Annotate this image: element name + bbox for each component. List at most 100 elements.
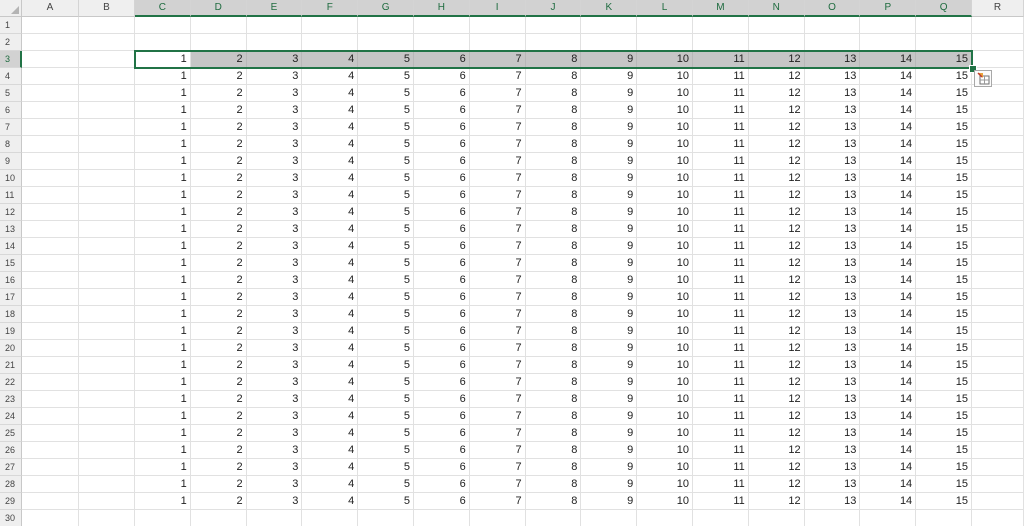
cell-k29[interactable]: 9: [581, 493, 638, 510]
cell-g16[interactable]: 5: [358, 272, 414, 289]
cell-p20[interactable]: 14: [860, 340, 917, 357]
cell-r12[interactable]: [972, 204, 1024, 221]
cell-o24[interactable]: 13: [804, 408, 861, 425]
cell-o11[interactable]: 13: [804, 187, 861, 204]
cell-q18[interactable]: 15: [916, 306, 972, 323]
column-header-g[interactable]: G: [358, 0, 414, 17]
cell-r2[interactable]: [972, 34, 1024, 51]
cell-d12[interactable]: 2: [190, 204, 247, 221]
cell-a13[interactable]: [22, 221, 79, 238]
cell-c3[interactable]: 1: [135, 51, 191, 68]
row-header-25[interactable]: 25: [0, 425, 22, 442]
column-header-o[interactable]: O: [804, 0, 861, 17]
cell-c14[interactable]: 1: [135, 238, 191, 255]
cell-j9[interactable]: 8: [525, 153, 582, 170]
row-header-20[interactable]: 20: [0, 340, 22, 357]
cell-j24[interactable]: 8: [525, 408, 582, 425]
row-header-18[interactable]: 18: [0, 306, 22, 323]
cell-q20[interactable]: 15: [916, 340, 972, 357]
cell-d14[interactable]: 2: [190, 238, 247, 255]
cell-d3[interactable]: 2: [190, 51, 247, 68]
cell-g10[interactable]: 5: [358, 170, 414, 187]
cell-g25[interactable]: 5: [358, 425, 414, 442]
cell-k25[interactable]: 9: [581, 425, 638, 442]
cell-e14[interactable]: 3: [246, 238, 303, 255]
cell-b26[interactable]: [79, 442, 135, 459]
cell-r21[interactable]: [972, 357, 1024, 374]
cell-o5[interactable]: 13: [804, 85, 861, 102]
cell-c8[interactable]: 1: [135, 136, 191, 153]
cell-j8[interactable]: 8: [525, 136, 582, 153]
column-header-q[interactable]: Q: [916, 0, 972, 17]
cell-o6[interactable]: 13: [804, 102, 861, 119]
cell-h25[interactable]: 6: [414, 425, 470, 442]
row-header-2[interactable]: 2: [0, 34, 22, 51]
cell-g27[interactable]: 5: [358, 459, 414, 476]
cell-f28[interactable]: 4: [302, 476, 359, 493]
cell-c27[interactable]: 1: [135, 459, 191, 476]
cell-o29[interactable]: 13: [804, 493, 861, 510]
cell-c5[interactable]: 1: [135, 85, 191, 102]
cell-e18[interactable]: 3: [246, 306, 303, 323]
cell-c7[interactable]: 1: [135, 119, 191, 136]
cell-i1[interactable]: [469, 17, 526, 34]
cell-q5[interactable]: 15: [916, 85, 972, 102]
row-header-21[interactable]: 21: [0, 357, 22, 374]
cell-e16[interactable]: 3: [246, 272, 303, 289]
cell-p10[interactable]: 14: [860, 170, 917, 187]
cell-p12[interactable]: 14: [860, 204, 917, 221]
cell-l12[interactable]: 10: [637, 204, 693, 221]
select-all-corner[interactable]: [0, 0, 22, 17]
cell-o3[interactable]: 13: [804, 51, 861, 68]
cell-m5[interactable]: 11: [693, 85, 749, 102]
row-header-27[interactable]: 27: [0, 459, 22, 476]
cell-f14[interactable]: 4: [302, 238, 359, 255]
cell-q15[interactable]: 15: [916, 255, 972, 272]
cell-f20[interactable]: 4: [302, 340, 359, 357]
cell-e29[interactable]: 3: [246, 493, 303, 510]
cell-q23[interactable]: 15: [916, 391, 972, 408]
cell-k18[interactable]: 9: [581, 306, 638, 323]
cell-d17[interactable]: 2: [190, 289, 247, 306]
cell-r30[interactable]: [972, 510, 1024, 526]
cell-q7[interactable]: 15: [916, 119, 972, 136]
cell-a24[interactable]: [22, 408, 79, 425]
cell-p17[interactable]: 14: [860, 289, 917, 306]
cell-l8[interactable]: 10: [637, 136, 693, 153]
cell-m23[interactable]: 11: [693, 391, 749, 408]
cell-j28[interactable]: 8: [525, 476, 582, 493]
cell-h26[interactable]: 6: [414, 442, 470, 459]
cell-c12[interactable]: 1: [135, 204, 191, 221]
cell-d7[interactable]: 2: [190, 119, 247, 136]
cell-e15[interactable]: 3: [246, 255, 303, 272]
cell-d20[interactable]: 2: [190, 340, 247, 357]
cell-m7[interactable]: 11: [693, 119, 749, 136]
cell-m13[interactable]: 11: [693, 221, 749, 238]
cell-e6[interactable]: 3: [246, 102, 303, 119]
cell-a23[interactable]: [22, 391, 79, 408]
cell-l27[interactable]: 10: [637, 459, 693, 476]
cell-i19[interactable]: 7: [469, 323, 526, 340]
cell-l13[interactable]: 10: [637, 221, 693, 238]
cell-q1[interactable]: [916, 17, 972, 34]
cell-l19[interactable]: 10: [637, 323, 693, 340]
cell-b9[interactable]: [79, 153, 135, 170]
cell-d22[interactable]: 2: [190, 374, 247, 391]
cell-d5[interactable]: 2: [190, 85, 247, 102]
cell-q24[interactable]: 15: [916, 408, 972, 425]
cell-a27[interactable]: [22, 459, 79, 476]
cell-n16[interactable]: 12: [748, 272, 805, 289]
cell-h20[interactable]: 6: [414, 340, 470, 357]
cell-k30[interactable]: [581, 510, 638, 526]
cell-k23[interactable]: 9: [581, 391, 638, 408]
cell-l14[interactable]: 10: [637, 238, 693, 255]
cell-g22[interactable]: 5: [358, 374, 414, 391]
cell-c21[interactable]: 1: [135, 357, 191, 374]
cell-k28[interactable]: 9: [581, 476, 638, 493]
cell-f19[interactable]: 4: [302, 323, 359, 340]
cell-g21[interactable]: 5: [358, 357, 414, 374]
cell-b29[interactable]: [79, 493, 135, 510]
cell-o9[interactable]: 13: [804, 153, 861, 170]
cell-a12[interactable]: [22, 204, 79, 221]
cell-p11[interactable]: 14: [860, 187, 917, 204]
